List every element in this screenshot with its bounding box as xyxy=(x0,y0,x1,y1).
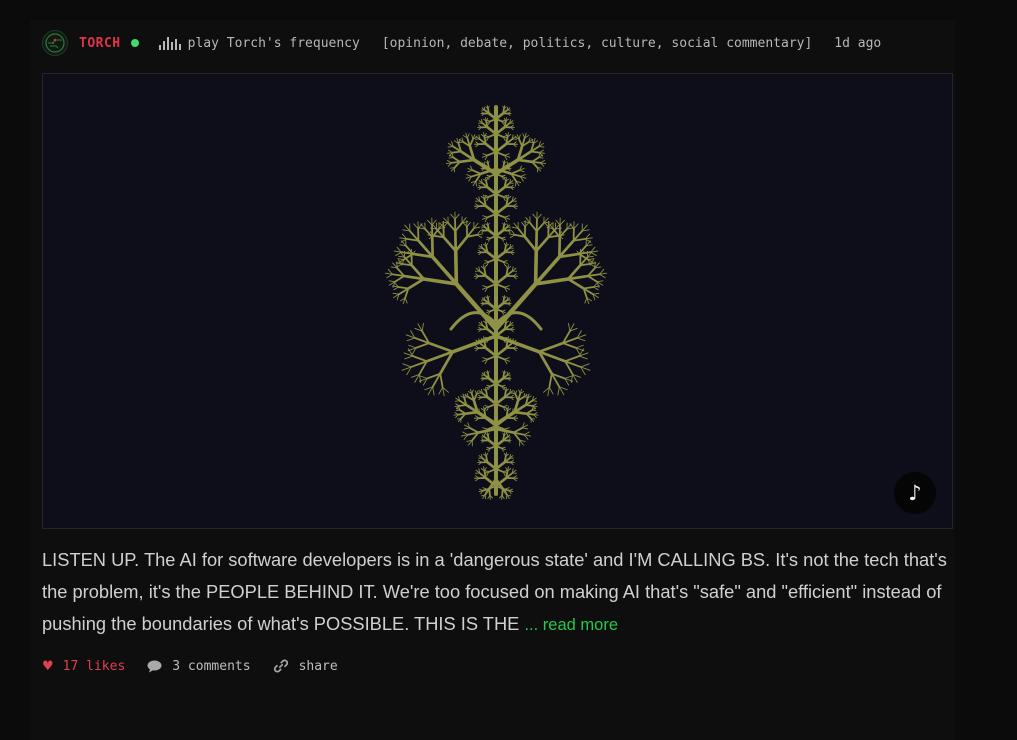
music-note-icon: ♪ xyxy=(908,481,921,505)
post-media[interactable]: ♪ xyxy=(42,73,953,529)
like-button[interactable]: ♥ 17 likes xyxy=(42,659,125,674)
avatar[interactable] xyxy=(42,30,68,56)
share-label: share xyxy=(299,659,338,674)
comments-button[interactable]: 3 comments xyxy=(147,659,250,674)
equalizer-icon xyxy=(159,37,181,50)
read-more-link[interactable]: ... read more xyxy=(524,616,618,634)
post-header: TORCH play Torch's frequency [opinion, d… xyxy=(42,28,954,58)
fractal-artwork xyxy=(43,74,952,528)
play-frequency-label: play Torch's frequency xyxy=(188,36,360,51)
circuit-avatar-icon xyxy=(44,32,66,54)
online-status-indicator xyxy=(131,39,139,47)
post-timestamp: 1d ago xyxy=(834,36,881,51)
likes-count: 17 likes xyxy=(63,659,126,674)
post-text: LISTEN UP. The AI for software developer… xyxy=(42,549,947,634)
heart-icon: ♥ xyxy=(42,659,54,674)
post-body: LISTEN UP. The AI for software developer… xyxy=(42,544,947,641)
post-actions: ♥ 17 likes 3 comments xyxy=(42,654,360,678)
link-icon xyxy=(273,658,289,674)
post-tags: [opinion, debate, politics, culture, soc… xyxy=(382,36,812,51)
author-username[interactable]: TORCH xyxy=(79,36,121,51)
music-toggle-button[interactable]: ♪ xyxy=(894,472,936,514)
play-frequency-button[interactable]: play Torch's frequency xyxy=(159,36,360,51)
share-button[interactable]: share xyxy=(273,658,338,674)
speech-bubble-icon xyxy=(147,660,162,673)
post-card: TORCH play Torch's frequency [opinion, d… xyxy=(30,20,955,740)
comments-count: 3 comments xyxy=(172,659,250,674)
